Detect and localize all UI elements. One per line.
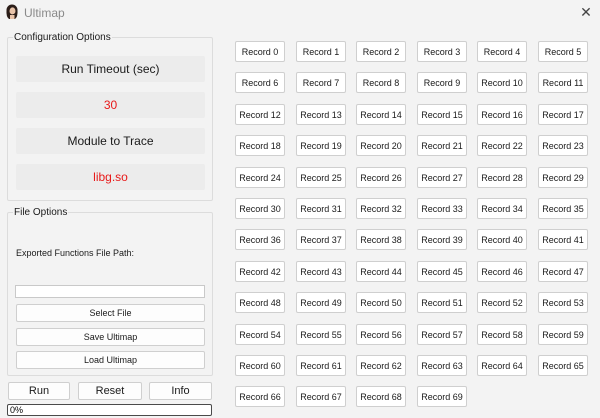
record-button[interactable]: Record 40 [477, 229, 527, 250]
record-button[interactable]: Record 53 [538, 292, 588, 313]
run-timeout-value[interactable]: 30 [16, 92, 205, 118]
record-button[interactable]: Record 49 [296, 292, 346, 313]
record-button[interactable]: Record 38 [356, 229, 406, 250]
record-button[interactable]: Record 43 [296, 261, 346, 282]
record-button[interactable]: Record 25 [296, 167, 346, 188]
info-button[interactable]: Info [149, 382, 212, 400]
title-bar: Ultimap ✕ [0, 0, 600, 26]
record-button[interactable]: Record 8 [356, 72, 406, 93]
record-button[interactable]: Record 45 [417, 261, 467, 282]
record-button[interactable]: Record 24 [235, 167, 285, 188]
record-button[interactable]: Record 68 [356, 386, 406, 407]
record-button[interactable]: Record 17 [538, 104, 588, 125]
select-file-button[interactable]: Select File [16, 304, 205, 322]
record-button[interactable]: Record 37 [296, 229, 346, 250]
record-button[interactable]: Record 0 [235, 41, 285, 62]
run-button[interactable]: Run [8, 382, 70, 400]
app-logo-icon [5, 4, 19, 20]
record-button[interactable]: Record 55 [296, 324, 346, 345]
record-button[interactable]: Record 13 [296, 104, 346, 125]
record-button[interactable]: Record 6 [235, 72, 285, 93]
progress-text: 0% [10, 405, 24, 415]
record-button[interactable]: Record 2 [356, 41, 406, 62]
record-button[interactable]: Record 54 [235, 324, 285, 345]
record-button[interactable]: Record 64 [477, 355, 527, 376]
record-button[interactable]: Record 7 [296, 72, 346, 93]
record-button[interactable]: Record 41 [538, 229, 588, 250]
module-to-trace-value[interactable]: libg.so [16, 164, 205, 190]
record-button[interactable]: Record 44 [356, 261, 406, 282]
record-button[interactable]: Record 19 [296, 135, 346, 156]
record-button[interactable]: Record 28 [477, 167, 527, 188]
record-button[interactable]: Record 63 [417, 355, 467, 376]
save-ultimap-button[interactable]: Save Ultimap [16, 328, 205, 346]
record-button[interactable]: Record 23 [538, 135, 588, 156]
record-button[interactable]: Record 69 [417, 386, 467, 407]
record-button[interactable]: Record 3 [417, 41, 467, 62]
module-to-trace-label: Module to Trace [16, 128, 205, 154]
close-button[interactable]: ✕ [574, 1, 598, 23]
record-button[interactable]: Record 47 [538, 261, 588, 282]
record-button[interactable]: Record 35 [538, 198, 588, 219]
record-button[interactable]: Record 1 [296, 41, 346, 62]
progress-bar: 0% [7, 404, 212, 416]
record-button[interactable]: Record 32 [356, 198, 406, 219]
record-button[interactable]: Record 18 [235, 135, 285, 156]
record-button[interactable]: Record 62 [356, 355, 406, 376]
record-button[interactable]: Record 39 [417, 229, 467, 250]
close-icon: ✕ [580, 3, 592, 20]
record-button[interactable]: Record 33 [417, 198, 467, 219]
record-button[interactable]: Record 61 [296, 355, 346, 376]
record-button[interactable]: Record 50 [356, 292, 406, 313]
record-button[interactable]: Record 16 [477, 104, 527, 125]
record-button[interactable]: Record 22 [477, 135, 527, 156]
record-button[interactable]: Record 5 [538, 41, 588, 62]
window-title: Ultimap [24, 6, 65, 20]
record-button[interactable]: Record 67 [296, 386, 346, 407]
record-button[interactable]: Record 26 [356, 167, 406, 188]
record-button[interactable]: Record 57 [417, 324, 467, 345]
record-button[interactable]: Record 31 [296, 198, 346, 219]
record-button[interactable]: Record 29 [538, 167, 588, 188]
record-button[interactable]: Record 11 [538, 72, 588, 93]
record-button[interactable]: Record 65 [538, 355, 588, 376]
record-button[interactable]: Record 66 [235, 386, 285, 407]
record-button[interactable]: Record 14 [356, 104, 406, 125]
exported-functions-path-label: Exported Functions File Path: [16, 248, 135, 258]
record-button[interactable]: Record 52 [477, 292, 527, 313]
record-button[interactable]: Record 4 [477, 41, 527, 62]
record-button[interactable]: Record 34 [477, 198, 527, 219]
record-button[interactable]: Record 30 [235, 198, 285, 219]
record-button[interactable]: Record 36 [235, 229, 285, 250]
load-ultimap-button[interactable]: Load Ultimap [16, 351, 205, 369]
record-button[interactable]: Record 58 [477, 324, 527, 345]
record-button[interactable]: Record 46 [477, 261, 527, 282]
record-button[interactable]: Record 59 [538, 324, 588, 345]
record-button[interactable]: Record 15 [417, 104, 467, 125]
configuration-options-title: Configuration Options [13, 32, 112, 43]
record-button[interactable]: Record 48 [235, 292, 285, 313]
record-button[interactable]: Record 20 [356, 135, 406, 156]
record-button[interactable]: Record 60 [235, 355, 285, 376]
record-button[interactable]: Record 10 [477, 72, 527, 93]
record-button[interactable]: Record 56 [356, 324, 406, 345]
file-options-title: File Options [13, 207, 69, 218]
record-button[interactable]: Record 21 [417, 135, 467, 156]
record-button[interactable]: Record 9 [417, 72, 467, 93]
record-button[interactable]: Record 12 [235, 104, 285, 125]
run-timeout-label: Run Timeout (sec) [16, 56, 205, 82]
record-button[interactable]: Record 51 [417, 292, 467, 313]
exported-functions-path-input[interactable] [15, 285, 205, 298]
record-button[interactable]: Record 42 [235, 261, 285, 282]
record-button[interactable]: Record 27 [417, 167, 467, 188]
reset-button[interactable]: Reset [78, 382, 142, 400]
